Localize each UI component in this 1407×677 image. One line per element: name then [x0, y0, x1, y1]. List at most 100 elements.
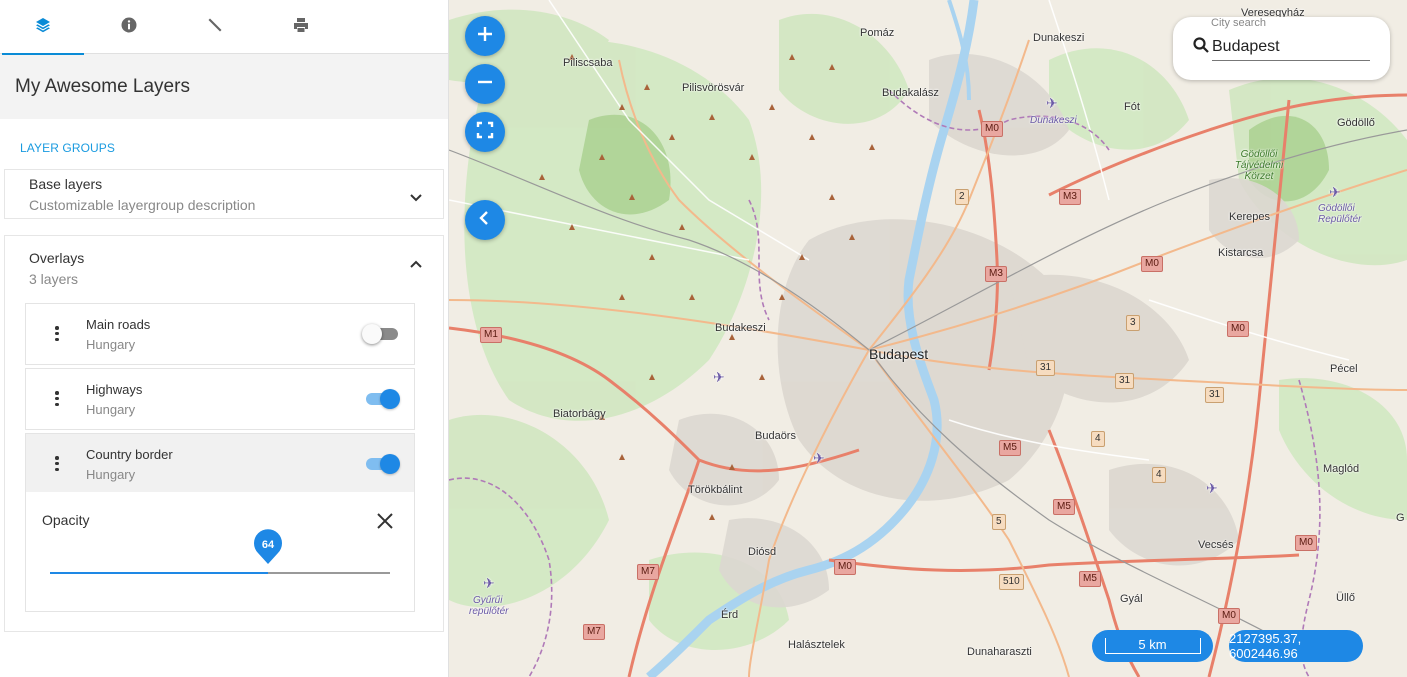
- road-shield: 31: [1036, 360, 1056, 376]
- layer-name: Main roads: [86, 317, 151, 332]
- road-shield: 4: [1152, 467, 1166, 483]
- road-shield: 31: [1115, 373, 1135, 389]
- group-description: Customizable layergroup description: [29, 197, 256, 213]
- place-label-budapest: Budapest: [869, 346, 929, 362]
- plus-icon: [476, 25, 494, 48]
- tab-layers[interactable]: [0, 0, 86, 55]
- layer-subtitle: Hungary: [86, 467, 136, 482]
- close-icon[interactable]: [376, 512, 394, 530]
- road-shield: 31: [1205, 387, 1225, 403]
- basemap-tiles: [449, 0, 1407, 677]
- minus-icon: [476, 73, 494, 96]
- city-search-box: City search: [1173, 17, 1390, 80]
- layer-item-country-border[interactable]: Country border Hungary: [25, 433, 415, 493]
- airport-label: Repülőtér: [1318, 214, 1362, 225]
- group-base-layers-header[interactable]: Base layers Customizable layergroup desc…: [5, 170, 443, 213]
- sidebar-title: My Awesome Layers: [0, 54, 448, 119]
- place-label: Dunakeszi: [1033, 32, 1085, 44]
- place-label: Érd: [721, 609, 739, 621]
- airport-icon: ✈: [1046, 95, 1058, 111]
- zoom-in-button[interactable]: [465, 16, 505, 56]
- group-overlays-header[interactable]: Overlays 3 layers: [5, 236, 443, 287]
- sidebar-tabs: [0, 0, 448, 55]
- road-shield: M5: [1079, 571, 1101, 587]
- tab-measure[interactable]: [172, 0, 258, 54]
- airport-label: repülőtér: [469, 606, 509, 617]
- group-description: 3 layers: [29, 271, 79, 287]
- zoom-out-button[interactable]: [465, 64, 505, 104]
- fullscreen-icon: [476, 121, 494, 144]
- place-label: Gödöllői Tájvédelmi Körzet: [1234, 149, 1284, 182]
- opacity-value: 64: [261, 539, 275, 551]
- layer-toggle-main-roads[interactable]: [362, 324, 398, 344]
- place-label: Törökbálint: [688, 484, 743, 496]
- road-shield: M0: [1295, 535, 1317, 551]
- road-shield: M3: [985, 266, 1007, 282]
- road-shield: M0: [1218, 608, 1240, 624]
- road-shield: 2: [955, 189, 969, 205]
- city-search-input[interactable]: [1212, 35, 1370, 61]
- print-icon: [293, 17, 309, 38]
- road-shield: 5: [992, 514, 1006, 530]
- ruler-icon: [207, 17, 223, 38]
- group-name: Base layers: [29, 176, 103, 192]
- airport-icon: ✈: [1206, 480, 1218, 496]
- layer-name: Country border: [86, 447, 173, 462]
- place-label: Pomáz: [860, 27, 895, 39]
- city-search-label: City search: [1211, 17, 1267, 29]
- place-label: Pilisvörösvár: [682, 82, 745, 94]
- chevron-down-icon[interactable]: [409, 190, 423, 204]
- layer-toggle-country-border[interactable]: [364, 454, 400, 474]
- layer-subtitle: Hungary: [86, 337, 136, 352]
- road-shield: M3: [1059, 189, 1081, 205]
- layer-name: Highways: [86, 382, 143, 397]
- place-label: Üllő: [1336, 592, 1355, 604]
- coordinate-display: 2127395.37, 6002446.96: [1229, 630, 1363, 662]
- place-label: Maglód: [1323, 463, 1360, 475]
- place-label: Dunaharaszti: [967, 646, 1032, 658]
- place-label: Fót: [1124, 101, 1140, 113]
- place-label: Piliscsaba: [563, 57, 613, 69]
- collapse-sidebar-button[interactable]: [465, 200, 505, 240]
- layer-toggle-highways[interactable]: [364, 389, 400, 409]
- place-label: G: [1396, 512, 1405, 524]
- opacity-panel: Opacity 64: [25, 492, 415, 612]
- layer-subtitle: Hungary: [86, 402, 136, 417]
- layer-item-highways[interactable]: Highways Hungary: [25, 368, 415, 430]
- road-shield: 4: [1091, 431, 1105, 447]
- drag-handle-icon[interactable]: [54, 326, 60, 342]
- chevron-left-icon: [476, 209, 494, 232]
- tab-print[interactable]: [258, 0, 344, 54]
- layer-groups-label: LAYER GROUPS: [20, 141, 116, 155]
- layers-icon: [35, 17, 51, 38]
- road-shield: M5: [1053, 499, 1075, 515]
- airport-icon: ✈: [813, 450, 825, 466]
- group-name: Overlays: [29, 250, 85, 266]
- airport-label: Gyűrűi: [473, 595, 503, 606]
- scale-text: 5 km: [1104, 638, 1201, 654]
- road-shield: M0: [981, 121, 1003, 137]
- place-label: Kistarcsa: [1218, 247, 1264, 259]
- place-label: Biatorbágy: [553, 408, 606, 420]
- place-label: Gyál: [1120, 593, 1143, 605]
- map-view[interactable]: Veresegyház Pomáz Piliscsaba Pilisvörösv…: [449, 0, 1407, 677]
- opacity-slider-fill: [50, 572, 268, 574]
- road-shield: M5: [999, 440, 1021, 456]
- layer-sidebar: My Awesome Layers LAYER GROUPS Base laye…: [0, 0, 449, 677]
- place-label: Diósd: [748, 546, 777, 558]
- place-label: Kerepes: [1229, 211, 1270, 223]
- road-shield: M7: [637, 564, 659, 580]
- fullscreen-button[interactable]: [465, 112, 505, 152]
- search-icon: [1193, 37, 1209, 53]
- tab-info[interactable]: [86, 0, 172, 54]
- drag-handle-icon[interactable]: [54, 391, 60, 407]
- road-shield: 3: [1126, 315, 1140, 331]
- chevron-up-icon[interactable]: [409, 258, 423, 272]
- road-shield: M1: [480, 327, 502, 343]
- road-shield: M0: [834, 559, 856, 575]
- road-shield: M0: [1227, 321, 1249, 337]
- road-shield: M7: [583, 624, 605, 640]
- opacity-slider[interactable]: 64: [50, 529, 390, 574]
- layer-item-main-roads[interactable]: Main roads Hungary: [25, 303, 415, 365]
- drag-handle-icon[interactable]: [54, 456, 60, 472]
